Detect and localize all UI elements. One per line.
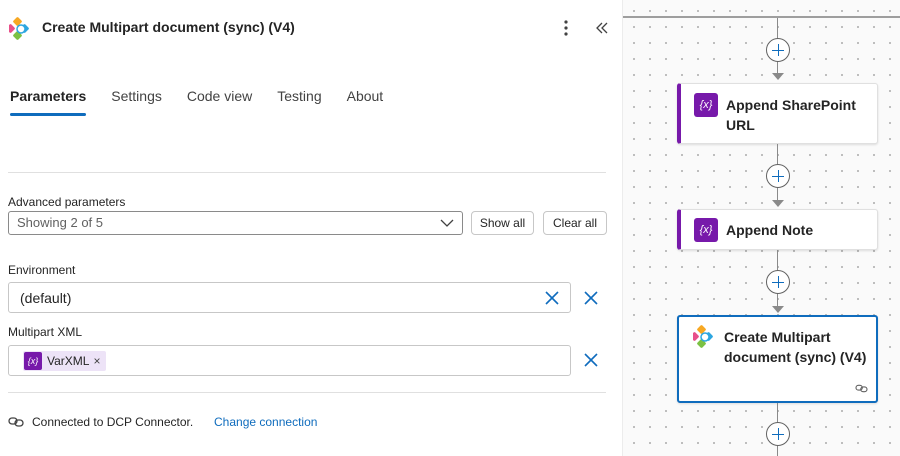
multipart-xml-field[interactable]: {x} VarXML ×: [8, 345, 571, 376]
connection-status: Connected to DCP Connector.: [32, 415, 194, 429]
add-step-button[interactable]: [766, 422, 790, 446]
tab-parameters[interactable]: Parameters: [10, 84, 87, 120]
action-details-panel: Create Multipart document (sync) (V4) Pa…: [0, 0, 622, 456]
advanced-parameters-dropdown[interactable]: Showing 2 of 5: [8, 211, 463, 235]
link-icon: [8, 417, 24, 427]
flow-card-append-sharepoint-url[interactable]: {x} Append SharePoint URL: [677, 83, 878, 144]
flow-canvas[interactable]: {x} Append SharePoint URL {x} Append Not…: [622, 0, 900, 456]
card-title-line: Append SharePoint: [726, 97, 856, 113]
card-title: Append SharePoint URL: [726, 95, 856, 135]
tab-settings[interactable]: Settings: [111, 84, 162, 120]
advanced-parameters-value: Showing 2 of 5: [17, 215, 104, 230]
tab-testing[interactable]: Testing: [277, 84, 321, 120]
token-label: VarXML: [47, 354, 90, 368]
add-step-button[interactable]: [766, 164, 790, 188]
app-logo-icon: [9, 17, 29, 40]
multipart-xml-label: Multipart XML: [8, 325, 83, 339]
card-title-line: URL: [726, 117, 755, 133]
remove-environment-icon[interactable]: [583, 290, 599, 306]
section-divider: [8, 172, 606, 173]
flow-card-create-multipart-document[interactable]: Create Multipart document (sync) (V4): [677, 315, 878, 403]
remove-multipart-xml-icon[interactable]: [583, 352, 599, 368]
token-remove-icon[interactable]: ×: [93, 354, 100, 368]
environment-field[interactable]: (default): [8, 282, 571, 313]
canvas-header-border: [623, 16, 900, 18]
more-options-button[interactable]: [556, 16, 576, 40]
card-title: Append Note: [726, 222, 814, 238]
chevron-down-icon: [440, 219, 454, 227]
app-logo-icon: [693, 325, 713, 348]
flow-arrow: [772, 306, 784, 313]
card-title-line: Create Multipart: [724, 329, 831, 345]
tab-code-view[interactable]: Code view: [187, 84, 252, 120]
advanced-parameters-label: Advanced parameters: [8, 195, 126, 209]
environment-value: (default): [20, 290, 72, 306]
tab-about[interactable]: About: [347, 84, 384, 120]
clear-all-button[interactable]: Clear all: [543, 211, 607, 235]
link-icon: [855, 384, 868, 393]
collapse-chevrons-icon: [596, 22, 608, 34]
clear-value-icon[interactable]: [544, 290, 560, 306]
add-step-button[interactable]: [766, 270, 790, 294]
card-title: Create Multipart document (sync) (V4): [724, 327, 866, 367]
more-vertical-icon: [564, 20, 568, 36]
varxml-token[interactable]: {x} VarXML ×: [23, 351, 107, 371]
flow-arrow: [772, 200, 784, 207]
tab-list: Parameters Settings Code view Testing Ab…: [10, 84, 408, 120]
connection-divider: [8, 392, 606, 393]
change-connection-link[interactable]: Change connection: [214, 415, 317, 429]
add-step-button[interactable]: [766, 38, 790, 62]
variable-icon: {x}: [694, 93, 718, 117]
flow-arrow: [772, 73, 784, 80]
collapse-panel-button[interactable]: [592, 16, 612, 40]
show-all-button[interactable]: Show all: [471, 211, 534, 235]
card-title-line: document (sync) (V4): [724, 349, 867, 365]
variable-icon: {x}: [694, 218, 718, 242]
panel-header: Create Multipart document (sync) (V4): [0, 0, 622, 58]
panel-title: Create Multipart document (sync) (V4): [42, 19, 295, 35]
flow-card-append-note[interactable]: {x} Append Note: [677, 209, 878, 250]
environment-label: Environment: [8, 263, 76, 277]
variable-icon: {x}: [24, 352, 42, 370]
app-root: Create Multipart document (sync) (V4) Pa…: [0, 0, 900, 456]
